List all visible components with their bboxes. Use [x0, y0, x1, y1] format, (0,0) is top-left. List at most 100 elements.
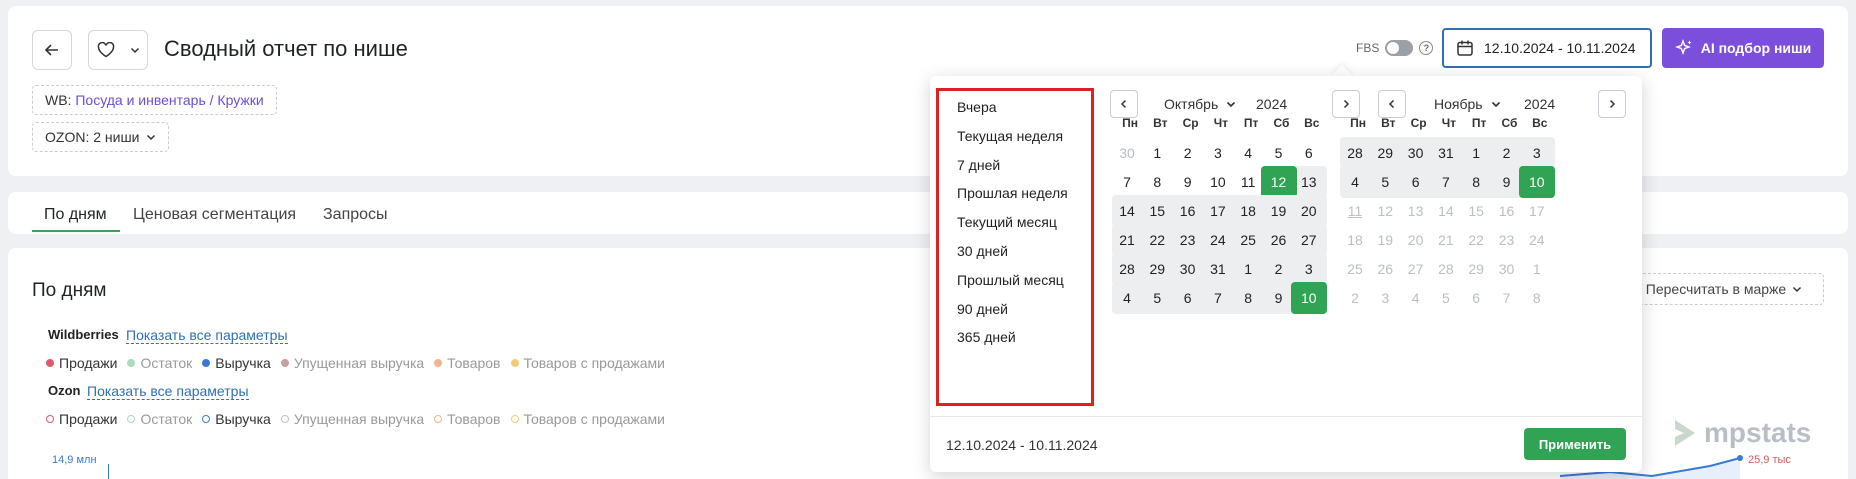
calendar-day[interactable]: 3	[1519, 137, 1555, 169]
chevron-down-icon	[1491, 101, 1500, 108]
date-range-field[interactable]: 12.10.2024 - 10.11.2024	[1442, 28, 1652, 68]
sparkle-icon	[1674, 39, 1692, 56]
wb-legend-item[interactable]: Товаров с продажами	[510, 355, 666, 371]
date-range-value: 12.10.2024 - 10.11.2024	[1484, 40, 1636, 56]
ozon-legend-item[interactable]: Продажи	[46, 411, 117, 427]
chart-axis-left	[108, 464, 109, 479]
legend-dot-icon	[202, 359, 211, 367]
ozon-legend-item[interactable]: Товаров	[434, 411, 501, 427]
calendar-day: 17	[1529, 203, 1545, 219]
date-preset-item[interactable]: 30 дней	[957, 243, 1008, 259]
ozon-legend-item[interactable]: Остаток	[127, 411, 192, 427]
wb-legend-item[interactable]: Выручка	[202, 355, 271, 371]
date-preset-item[interactable]: Прошлый месяц	[957, 272, 1064, 288]
calendar-icon	[1457, 40, 1473, 56]
legend-label: Упущенная выручка	[293, 411, 425, 427]
help-icon[interactable]: ?	[1419, 41, 1434, 55]
tab-queries[interactable]: Запросы	[323, 206, 388, 224]
legend-dot-icon	[510, 415, 519, 423]
mpstats-logo-text: mpstats	[1704, 417, 1812, 448]
back-button[interactable]	[32, 30, 72, 70]
legend-dot-icon	[127, 359, 136, 367]
ozon-platform-label: Ozon	[48, 383, 81, 398]
calendar-day-selected[interactable]: 10	[1518, 166, 1555, 198]
fbs-toggle[interactable]	[1385, 40, 1414, 56]
wb-legend-item[interactable]: Товаров	[434, 355, 501, 371]
wb-legend-item[interactable]: Упущенная выручка	[280, 355, 425, 371]
calendar-day[interactable]: 27	[1291, 224, 1327, 256]
chart-axis-left-label: 14,9 млн	[52, 454, 97, 466]
ai-niche-button[interactable]: AI подбор ниши	[1662, 28, 1824, 68]
prev-month-button-right[interactable]	[1378, 90, 1406, 118]
calendar-day[interactable]: 3	[1291, 253, 1327, 285]
legend-label: Упущенная выручка	[293, 355, 425, 371]
legend-label: Выручка	[215, 355, 271, 371]
date-preset-item[interactable]: Прошлая неделя	[957, 185, 1068, 201]
date-preset-item[interactable]: 365 дней	[957, 329, 1016, 345]
wb-show-all-params-link[interactable]: Показать все параметры	[126, 327, 288, 344]
ozon-legend-item[interactable]: Товаров с продажами	[510, 411, 666, 427]
date-preset-item[interactable]: Текущий месяц	[957, 214, 1057, 230]
chevron-down-icon[interactable]	[130, 45, 140, 55]
chart-axis-right-label: 25,9 тыс	[1748, 454, 1791, 466]
date-picker-popup: Вчера Текущая неделя 7 дней Прошлая неделя Т…	[930, 76, 1642, 472]
date-preset-item[interactable]: Вчера	[957, 99, 997, 115]
wb-platform-label: Wildberries	[48, 327, 119, 342]
chevron-right-icon	[1609, 99, 1616, 109]
tab-price-segmentation[interactable]: Ценовая сегментация	[133, 206, 296, 224]
active-tab-underline	[32, 230, 120, 232]
next-month-button[interactable]	[1598, 90, 1626, 118]
ozon-show-all-params-link[interactable]: Показать все параметры	[87, 383, 249, 400]
date-preset-item[interactable]: 7 дней	[957, 157, 1000, 173]
calendar-day[interactable]: 13	[1291, 166, 1327, 198]
section-title: По дням	[32, 280, 107, 301]
wb-legend-item[interactable]: Остаток	[127, 355, 192, 371]
calendar-day: 24	[1529, 232, 1545, 248]
date-preset-item[interactable]: 90 дней	[957, 301, 1008, 317]
legend-label: Товаров с продажами	[523, 411, 666, 427]
date-preset-item[interactable]: Текущая неделя	[957, 128, 1063, 144]
legend-dot-icon	[127, 415, 136, 423]
legend-label: Остаток	[140, 411, 193, 427]
ozon-niches-dropdown[interactable]: OZON: 2 ниши	[32, 122, 169, 152]
legend-dot-icon	[510, 359, 519, 367]
chevron-down-icon	[1227, 101, 1236, 108]
legend-dot-icon	[46, 415, 54, 423]
calendar-day[interactable]: 20	[1291, 195, 1327, 227]
wb-legend-item[interactable]: Продажи	[46, 355, 117, 371]
calendar-day[interactable]: 6	[1291, 137, 1327, 169]
ozon-legend-item[interactable]: Упущенная выручка	[280, 411, 425, 427]
heart-icon	[97, 42, 114, 58]
wb-category-chip[interactable]: WB: Посуда и инвентарь / Кружки	[32, 85, 277, 115]
arrow-left-icon	[44, 44, 58, 56]
tab-by-days[interactable]: По дням	[44, 206, 107, 224]
mpstats-logo-icon	[1675, 420, 1695, 446]
chevron-down-icon	[146, 134, 155, 141]
popup-divider	[930, 416, 1642, 417]
apply-button[interactable]: Применить	[1524, 428, 1626, 460]
recalc-margin-dropdown[interactable]: Пересчитать в марже	[1624, 273, 1824, 305]
fbs-label: FBS	[1356, 41, 1380, 55]
ozon-legend-item[interactable]: Выручка	[202, 411, 271, 427]
date-presets-list: Вчера Текущая неделя 7 дней Прошлая неделя Т…	[936, 88, 1094, 406]
wb-legend: Продажи Остаток Выручка Упущенная выручка То…	[46, 355, 665, 371]
left-month-label: Октябрь	[1164, 96, 1219, 112]
legend-label: Товаров с продажами	[523, 355, 666, 371]
legend-label: Товаров	[447, 411, 501, 427]
right-month-select[interactable]: Ноябрь	[1434, 96, 1501, 112]
chevron-left-icon	[1388, 99, 1395, 109]
calendar-day-selected[interactable]: 10	[1290, 282, 1327, 314]
legend-label: Товаров	[447, 355, 501, 371]
prev-month-button[interactable]	[1110, 90, 1138, 118]
legend-label: Продажи	[59, 411, 118, 427]
next-month-button-left[interactable]	[1332, 90, 1360, 118]
ozon-niches-label: OZON: 2 ниши	[45, 129, 140, 145]
weekday-header: Вс	[1304, 116, 1320, 130]
right-year-label[interactable]: 2024	[1524, 96, 1555, 112]
left-year-label[interactable]: 2024	[1256, 96, 1287, 112]
legend-dot-icon	[280, 359, 289, 367]
wb-category-link[interactable]: Посуда и инвентарь / Кружки	[75, 92, 263, 108]
left-month-select[interactable]: Октябрь	[1164, 96, 1236, 112]
favorite-button[interactable]	[88, 30, 148, 70]
legend-dot-icon	[280, 415, 289, 423]
